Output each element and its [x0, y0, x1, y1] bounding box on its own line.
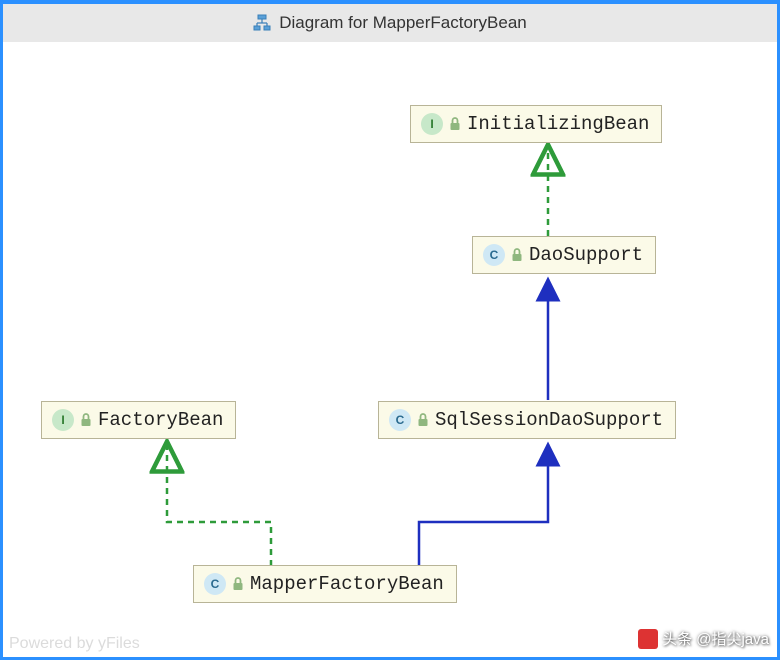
lock-icon: [232, 577, 244, 591]
lock-icon: [417, 413, 429, 427]
node-dao-support[interactable]: C DaoSupport: [472, 236, 656, 274]
class-badge-icon: C: [389, 409, 411, 431]
watermark-text: Powered by yFiles: [9, 635, 140, 653]
diagram-canvas[interactable]: I InitializingBean C DaoSupport I Factor…: [3, 42, 777, 657]
interface-badge-icon: I: [421, 113, 443, 135]
diagram-icon: [253, 14, 271, 32]
class-badge-icon: C: [483, 244, 505, 266]
node-sql-session-dao-support[interactable]: C SqlSessionDaoSupport: [378, 401, 676, 439]
class-badge-icon: C: [204, 573, 226, 595]
credit-text: 头条 @指尖java: [638, 628, 769, 649]
lock-icon: [80, 413, 92, 427]
node-label: DaoSupport: [529, 244, 643, 266]
lock-icon: [511, 248, 523, 262]
node-factory-bean[interactable]: I FactoryBean: [41, 401, 236, 439]
credit-icon: [638, 629, 658, 649]
node-initializing-bean[interactable]: I InitializingBean: [410, 105, 662, 143]
node-label: FactoryBean: [98, 409, 223, 431]
page-title: Diagram for MapperFactoryBean: [279, 13, 527, 33]
title-bar: Diagram for MapperFactoryBean: [3, 4, 777, 42]
interface-badge-icon: I: [52, 409, 74, 431]
credit-label: 头条 @指尖java: [662, 628, 769, 649]
node-label: InitializingBean: [467, 113, 649, 135]
node-label: SqlSessionDaoSupport: [435, 409, 663, 431]
lock-icon: [449, 117, 461, 131]
node-mapper-factory-bean[interactable]: C MapperFactoryBean: [193, 565, 457, 603]
node-label: MapperFactoryBean: [250, 573, 444, 595]
